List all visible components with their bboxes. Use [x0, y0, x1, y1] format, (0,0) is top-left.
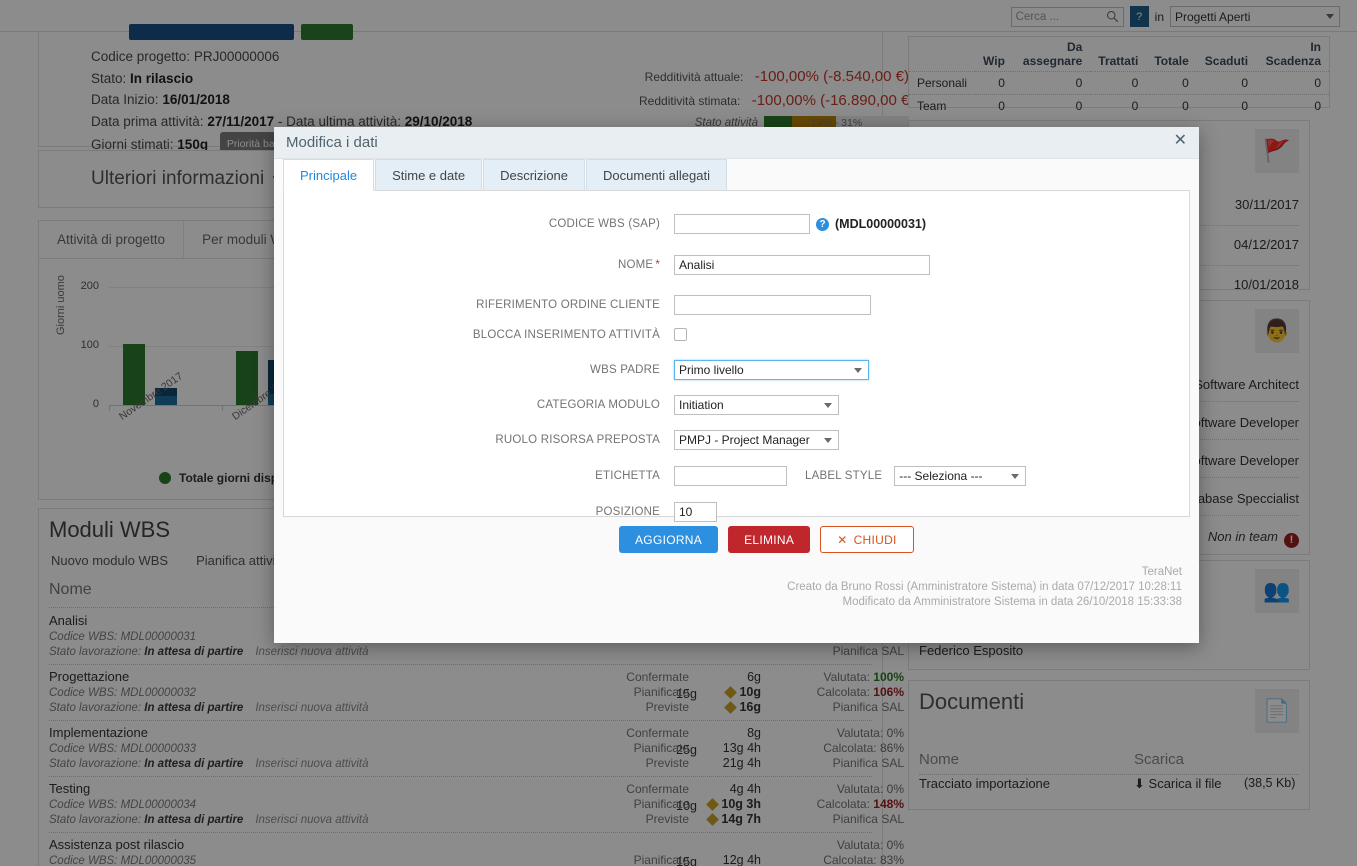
- chevron-down-icon: [854, 368, 862, 373]
- required-marker: *: [655, 259, 660, 271]
- blocca-checkbox[interactable]: [674, 328, 687, 341]
- field-wbs-padre: WBS PADRE Primo livello: [399, 360, 869, 380]
- codice-wbs-input[interactable]: [674, 214, 810, 234]
- dialog-tab-3[interactable]: Documenti allegati: [586, 159, 727, 190]
- close-button-label: CHIUDI: [854, 533, 897, 547]
- dialog-form: CODICE WBS (SAP) ? (MDL00000031) NOME* R…: [283, 190, 1190, 517]
- ruolo-value: PMPJ - Project Manager: [679, 433, 810, 447]
- update-button[interactable]: AGGIORNA: [619, 526, 718, 553]
- etichetta-label: ETICHETTA: [399, 470, 674, 482]
- metadata-created: Creato da Bruno Rossi (Amministratore Si…: [787, 580, 1182, 595]
- dialog-tab-1[interactable]: Stime e date: [375, 159, 482, 190]
- nome-label: NOME*: [399, 259, 674, 271]
- dialog-footer: AGGIORNA ELIMINA ✕ CHIUDI TeraNet Creato…: [274, 517, 1199, 643]
- field-codice-wbs: CODICE WBS (SAP) ? (MDL00000031): [399, 214, 926, 234]
- field-ruolo-risorsa: RUOLO RISORSA PREPOSTA PMPJ - Project Ma…: [399, 430, 839, 450]
- field-nome: NOME*: [399, 255, 930, 275]
- ruolo-label: RUOLO RISORSA PREPOSTA: [399, 434, 674, 446]
- dialog-buttons: AGGIORNA ELIMINA ✕ CHIUDI: [619, 526, 914, 553]
- riferimento-input[interactable]: [674, 295, 871, 315]
- close-icon[interactable]: ✕: [1174, 133, 1187, 149]
- dialog-tab-2[interactable]: Descrizione: [483, 159, 585, 190]
- edit-data-dialog: Modifica i dati ✕ PrincipaleStime e date…: [274, 127, 1199, 643]
- field-blocca-inserimento: BLOCCA INSERIMENTO ATTIVITÀ: [399, 328, 687, 341]
- wbs-padre-label: WBS PADRE: [399, 364, 674, 376]
- chevron-down-icon: [824, 403, 832, 408]
- metadata-modified: Modificato da Amministratore Sistema in …: [787, 595, 1182, 610]
- chevron-down-icon: [824, 438, 832, 443]
- dialog-header: Modifica i dati ✕: [274, 127, 1199, 159]
- chevron-down-icon: [1011, 474, 1019, 479]
- wbs-padre-select[interactable]: Primo livello: [674, 360, 869, 380]
- delete-button[interactable]: ELIMINA: [728, 526, 810, 553]
- dialog-metadata: TeraNet Creato da Bruno Rossi (Amministr…: [787, 565, 1182, 610]
- field-categoria-modulo: CATEGORIA MODULO Initiation: [399, 395, 839, 415]
- metadata-org: TeraNet: [787, 565, 1182, 580]
- help-icon[interactable]: ?: [816, 218, 829, 231]
- label-style-select[interactable]: --- Seleziona ---: [894, 466, 1026, 486]
- categoria-value: Initiation: [679, 398, 724, 412]
- field-riferimento-ordine: RIFERIMENTO ORDINE CLIENTE: [399, 295, 871, 315]
- riferimento-label: RIFERIMENTO ORDINE CLIENTE: [399, 299, 674, 311]
- nome-input[interactable]: [674, 255, 930, 275]
- categoria-select[interactable]: Initiation: [674, 395, 839, 415]
- dialog-title: Modifica i dati: [286, 134, 378, 151]
- label-style-value: --- Seleziona ---: [899, 469, 982, 483]
- wbs-padre-value: Primo livello: [679, 363, 744, 377]
- categoria-label: CATEGORIA MODULO: [399, 399, 674, 411]
- dialog-tabs: PrincipaleStime e dateDescrizioneDocumen…: [274, 159, 1199, 190]
- codice-wbs-label: CODICE WBS (SAP): [399, 218, 674, 230]
- label-style-label: LABEL STYLE: [787, 470, 894, 482]
- etichetta-input[interactable]: [674, 466, 787, 486]
- blocca-label: BLOCCA INSERIMENTO ATTIVITÀ: [399, 329, 674, 341]
- nome-label-text: NOME: [618, 259, 653, 271]
- dialog-tab-0[interactable]: Principale: [283, 159, 374, 191]
- field-etichetta: ETICHETTA LABEL STYLE --- Seleziona ---: [399, 466, 1026, 486]
- codice-wbs-hint: (MDL00000031): [835, 217, 926, 231]
- x-icon: ✕: [837, 533, 847, 547]
- ruolo-select[interactable]: PMPJ - Project Manager: [674, 430, 839, 450]
- close-button[interactable]: ✕ CHIUDI: [820, 526, 914, 553]
